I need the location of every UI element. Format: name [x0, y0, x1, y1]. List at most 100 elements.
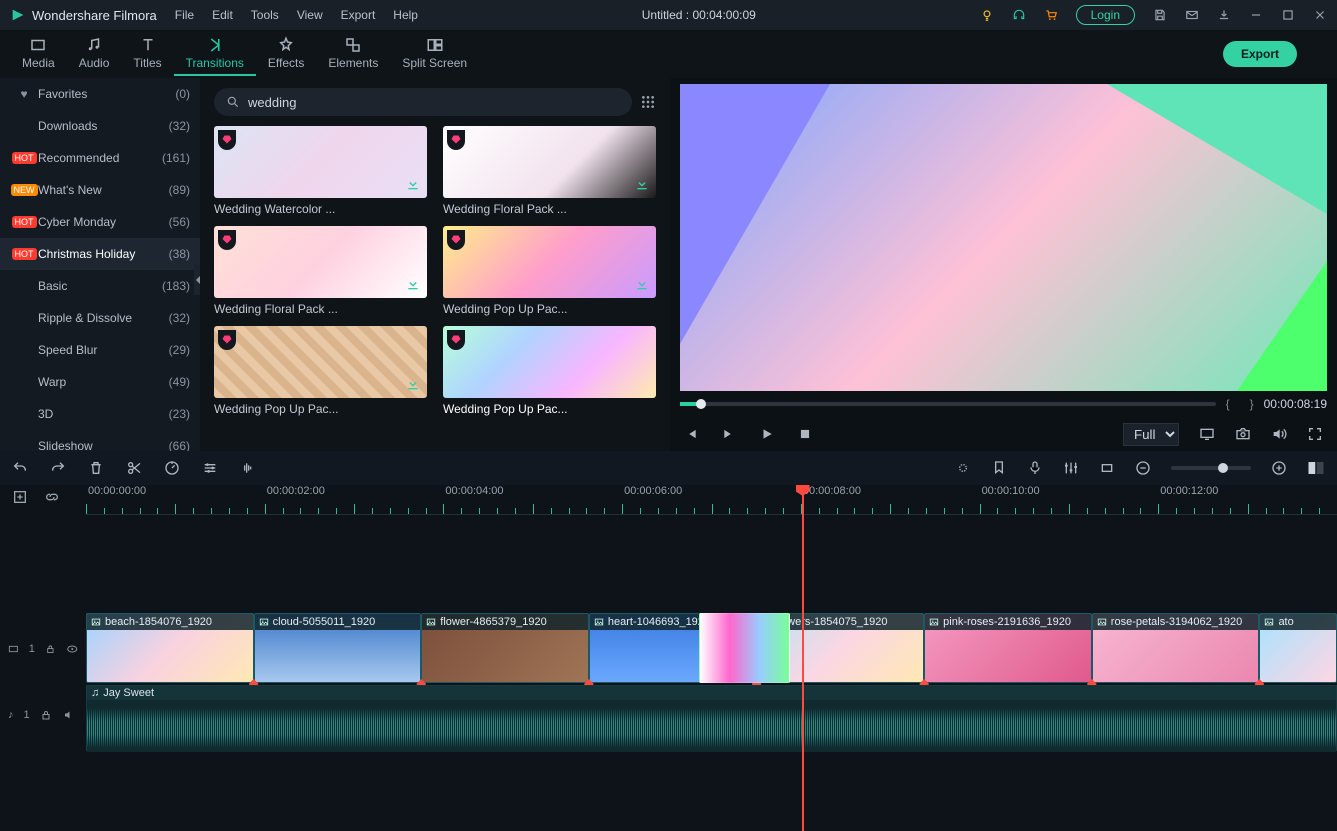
display-icon[interactable]: [1199, 426, 1215, 442]
next-frame-icon[interactable]: [722, 427, 736, 441]
mark-out-icon[interactable]: }: [1250, 397, 1254, 411]
speed-icon[interactable]: [164, 460, 180, 476]
audio-wave-icon[interactable]: [240, 460, 256, 476]
render-icon[interactable]: [955, 460, 971, 476]
lock-icon[interactable]: [45, 643, 56, 655]
asset-card[interactable]: Wedding Pop Up Pac...: [214, 326, 427, 416]
speaker-icon[interactable]: [62, 709, 76, 721]
zoom-out-icon[interactable]: [1135, 460, 1151, 476]
download-icon[interactable]: [634, 276, 650, 292]
idea-icon[interactable]: [980, 8, 994, 22]
tab-split-screen[interactable]: Split Screen: [390, 32, 479, 76]
grid-view-icon[interactable]: [640, 94, 656, 110]
asset-card[interactable]: Wedding Floral Pack ...: [443, 126, 656, 216]
save-icon[interactable]: [1153, 8, 1167, 22]
menu-tools[interactable]: Tools: [251, 8, 279, 22]
redo-icon[interactable]: [50, 460, 66, 476]
asset-card[interactable]: Wedding Watercolor ...: [214, 126, 427, 216]
video-lane[interactable]: beach-1854076_1920cloud-5055011_1920flow…: [86, 613, 1337, 683]
menu-help[interactable]: Help: [393, 8, 418, 22]
transition-clip[interactable]: [699, 613, 790, 683]
search-box[interactable]: [214, 88, 632, 116]
headset-icon[interactable]: [1012, 8, 1026, 22]
preview-quality-select[interactable]: Full: [1123, 423, 1179, 446]
download-icon[interactable]: [405, 276, 421, 292]
tab-transitions[interactable]: Transitions: [174, 32, 256, 76]
asset-card[interactable]: Wedding Pop Up Pac...: [443, 326, 656, 416]
add-track-icon[interactable]: [12, 489, 28, 505]
play-icon[interactable]: [760, 427, 774, 441]
sidebar-item-slideshow[interactable]: Slideshow(66): [0, 430, 200, 451]
audio-clip[interactable]: ♫Jay Sweet: [86, 685, 1337, 751]
menu-file[interactable]: File: [175, 8, 194, 22]
login-button[interactable]: Login: [1076, 5, 1135, 25]
download-icon[interactable]: [405, 176, 421, 192]
video-clip[interactable]: beach-1854076_1920: [86, 613, 254, 683]
preview-video[interactable]: [680, 84, 1327, 391]
audio-lane[interactable]: ♫Jay Sweet: [86, 685, 1337, 751]
cart-icon[interactable]: [1044, 8, 1058, 22]
sidebar-collapse-handle[interactable]: [194, 265, 200, 295]
video-clip[interactable]: ato: [1259, 613, 1337, 683]
video-clip[interactable]: cloud-5055011_1920: [254, 613, 422, 683]
lock-icon[interactable]: [40, 709, 52, 721]
download-icon[interactable]: [634, 176, 650, 192]
minimize-icon[interactable]: [1249, 8, 1263, 22]
sidebar-item-cyber-monday[interactable]: HOTCyber Monday(56): [0, 206, 200, 238]
volume-icon[interactable]: [1271, 426, 1287, 442]
download-icon[interactable]: [1217, 8, 1231, 22]
sidebar-item-speed-blur[interactable]: Speed Blur(29): [0, 334, 200, 366]
menu-view[interactable]: View: [297, 8, 323, 22]
marker-icon[interactable]: [991, 460, 1007, 476]
zoom-slider[interactable]: [1171, 466, 1251, 470]
adjust-icon[interactable]: [202, 460, 218, 476]
search-input[interactable]: [248, 95, 620, 110]
snapshot-icon[interactable]: [1235, 426, 1251, 442]
asset-card[interactable]: Wedding Pop Up Pac...: [443, 226, 656, 316]
sidebar-item-favorites[interactable]: ♥Favorites(0): [0, 78, 200, 110]
asset-card[interactable]: Wedding Floral Pack ...: [214, 226, 427, 316]
close-icon[interactable]: [1313, 8, 1327, 22]
mixer-icon[interactable]: [1063, 460, 1079, 476]
sidebar-item-warp[interactable]: Warp(49): [0, 366, 200, 398]
sidebar-item-ripple-dissolve[interactable]: Ripple & Dissolve(32): [0, 302, 200, 334]
fullscreen-icon[interactable]: [1307, 426, 1323, 442]
tab-effects[interactable]: Effects: [256, 32, 316, 76]
category-sidebar: ♥Favorites(0)Downloads(32)HOTRecommended…: [0, 78, 200, 451]
link-icon[interactable]: [44, 489, 60, 505]
playhead[interactable]: [802, 485, 804, 831]
image-icon: [259, 617, 269, 627]
video-clip[interactable]: pink-roses-2191636_1920: [924, 613, 1092, 683]
timeline-view-icon[interactable]: [1307, 460, 1325, 476]
sidebar-item-3d[interactable]: 3D(23): [0, 398, 200, 430]
sidebar-item-basic[interactable]: Basic(183): [0, 270, 200, 302]
menu-edit[interactable]: Edit: [212, 8, 233, 22]
sidebar-item-what-s-new[interactable]: NEWWhat's New(89): [0, 174, 200, 206]
mail-icon[interactable]: [1185, 8, 1199, 22]
video-clip[interactable]: rose-petals-3194062_1920: [1092, 613, 1260, 683]
export-button[interactable]: Export: [1223, 41, 1297, 67]
cut-icon[interactable]: [126, 460, 142, 476]
crop-icon[interactable]: [1099, 460, 1115, 476]
sidebar-item-recommended[interactable]: HOTRecommended(161): [0, 142, 200, 174]
sidebar-item-downloads[interactable]: Downloads(32): [0, 110, 200, 142]
prev-frame-icon[interactable]: [684, 427, 698, 441]
stop-icon[interactable]: [798, 427, 812, 441]
download-icon[interactable]: [405, 376, 421, 392]
scrub-track[interactable]: [680, 402, 1216, 406]
video-clip[interactable]: flower-4865379_1920: [421, 613, 589, 683]
mark-in-icon[interactable]: {: [1226, 397, 1230, 411]
voiceover-icon[interactable]: [1027, 460, 1043, 476]
tab-media[interactable]: Media: [10, 32, 67, 76]
delete-icon[interactable]: [88, 460, 104, 476]
menu-export[interactable]: Export: [341, 8, 376, 22]
tab-titles[interactable]: Titles: [121, 32, 173, 76]
sidebar-item-christmas-holiday[interactable]: HOTChristmas Holiday(38): [0, 238, 200, 270]
eye-icon[interactable]: [66, 643, 78, 655]
tab-audio[interactable]: Audio: [67, 32, 122, 76]
tab-elements[interactable]: Elements: [316, 32, 390, 76]
time-ruler[interactable]: 00:00:00:0000:00:02:0000:00:04:0000:00:0…: [86, 485, 1337, 515]
zoom-in-icon[interactable]: [1271, 460, 1287, 476]
maximize-icon[interactable]: [1281, 8, 1295, 22]
undo-icon[interactable]: [12, 460, 28, 476]
